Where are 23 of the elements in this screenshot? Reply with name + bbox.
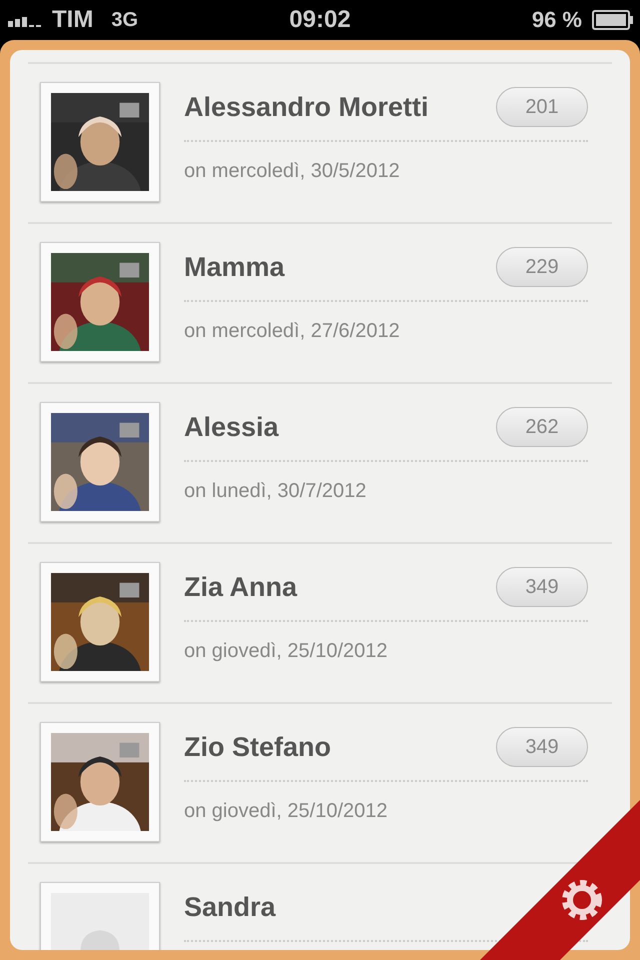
- contact-name: Alessandro Moretti: [184, 92, 429, 122]
- last-date: on lunedì, 30/7/2012: [184, 480, 368, 503]
- message-count: 349: [496, 727, 588, 767]
- contact-name: Sandra: [184, 892, 276, 922]
- message-count: 229: [496, 247, 588, 287]
- message-count: 349: [496, 567, 588, 607]
- message-count: 201: [496, 87, 588, 127]
- message-count: 262: [496, 407, 588, 447]
- settings-ribbon[interactable]: [480, 800, 640, 960]
- battery-icon: [592, 10, 634, 30]
- last-date: on giovedì, 25/10/2012: [184, 800, 389, 823]
- network-type: 3G: [111, 8, 138, 32]
- clock-time: 09:02: [289, 6, 351, 34]
- last-date: on mercoledì, 27/6/2012: [184, 320, 401, 343]
- contact-name: Alessia: [184, 412, 279, 442]
- battery-percent: 96 %: [532, 7, 582, 33]
- carrier-name: TIM: [52, 6, 94, 34]
- last-date: on giovedì, 25/10/2012: [184, 640, 389, 663]
- contact-name: Zia Anna: [184, 572, 298, 602]
- last-date: on mercoledì, 30/5/2012: [184, 160, 401, 183]
- contact-name: Mamma: [184, 252, 285, 282]
- contact-name: Zio Stefano: [184, 732, 331, 762]
- settings-icon: [562, 880, 602, 920]
